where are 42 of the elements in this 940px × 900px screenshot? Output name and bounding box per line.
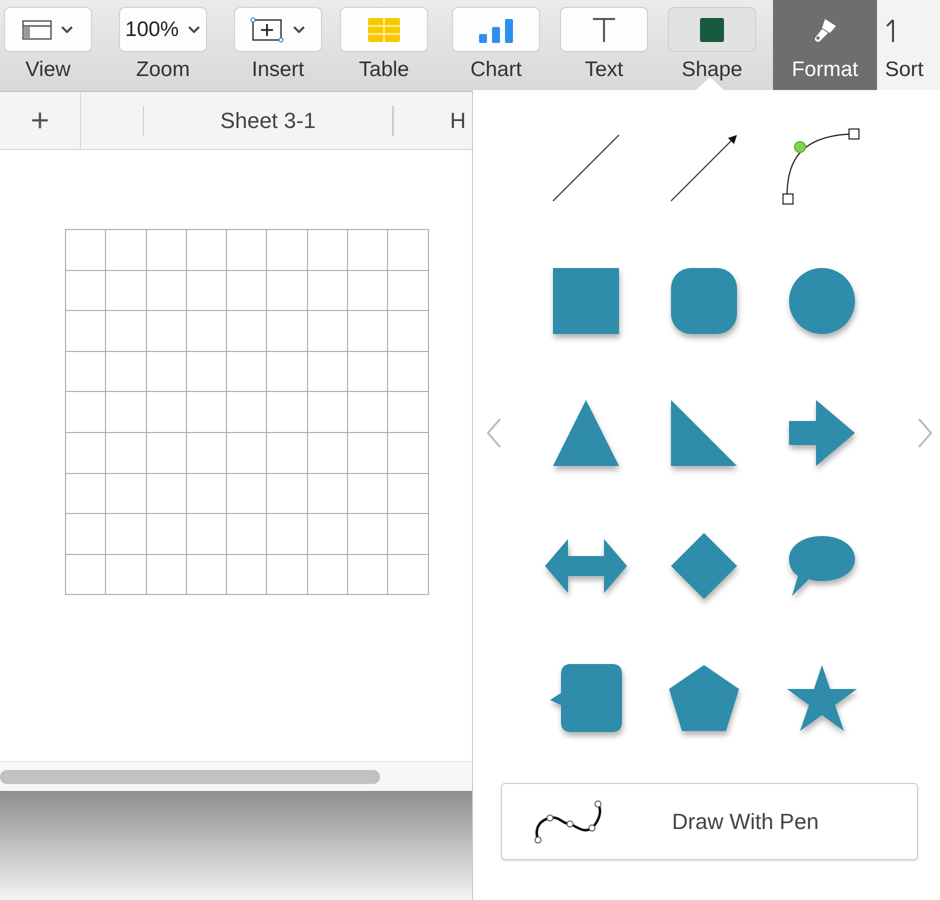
- sheet-tab[interactable]: Sheet 3-1: [143, 106, 393, 136]
- line-icon[interactable]: [552, 134, 620, 202]
- bar-chart-icon: [478, 16, 514, 42]
- callout-icon[interactable]: [549, 663, 623, 734]
- right-triangle-icon[interactable]: [670, 399, 738, 468]
- sidebar-layout-icon: [22, 20, 52, 40]
- square-shape-icon[interactable]: [552, 266, 620, 335]
- toolbar-label: Table: [358, 58, 410, 82]
- speech-bubble-icon[interactable]: [788, 534, 856, 597]
- insert-button[interactable]: [234, 7, 322, 52]
- double-arrow-icon[interactable]: [544, 538, 628, 594]
- rounded-square-icon[interactable]: [670, 266, 738, 335]
- toolbar-label: Chart: [470, 58, 522, 82]
- table-icon: [368, 18, 400, 42]
- shape-button[interactable]: [668, 7, 756, 52]
- right-arrow-icon[interactable]: [788, 399, 856, 468]
- circle-icon[interactable]: [788, 266, 856, 335]
- text-button[interactable]: [560, 7, 648, 52]
- star-icon[interactable]: [786, 664, 858, 732]
- triangle-icon[interactable]: [552, 399, 620, 468]
- insert-box-icon: [250, 16, 284, 42]
- toolbar-label: Insert: [252, 58, 304, 82]
- chevron-down-icon: [186, 24, 201, 34]
- toolbar-label: Text: [584, 58, 624, 82]
- view-button[interactable]: [4, 7, 92, 52]
- arrow-icon[interactable]: [670, 134, 738, 202]
- chart-button[interactable]: [452, 7, 540, 52]
- toolbar-label: Zoom: [136, 58, 190, 82]
- zoom-button[interactable]: 100%: [119, 7, 207, 52]
- toolbar-label: Sort: [885, 58, 924, 82]
- text-t-icon: [591, 16, 617, 42]
- square-icon: [700, 18, 724, 42]
- chevron-down-icon: [292, 24, 306, 34]
- zoom-value: 100%: [125, 18, 179, 42]
- chevron-down-icon: [60, 24, 74, 34]
- toolbar-label: View: [25, 58, 71, 82]
- toolbar-label: Shape: [682, 58, 742, 82]
- toolbar-label: Format: [792, 58, 858, 82]
- add-sheet-button[interactable]: +: [0, 92, 81, 149]
- pentagon-icon[interactable]: [668, 664, 740, 732]
- diamond-icon[interactable]: [670, 532, 738, 600]
- draw-with-pen-button[interactable]: Draw With Pen: [501, 783, 918, 860]
